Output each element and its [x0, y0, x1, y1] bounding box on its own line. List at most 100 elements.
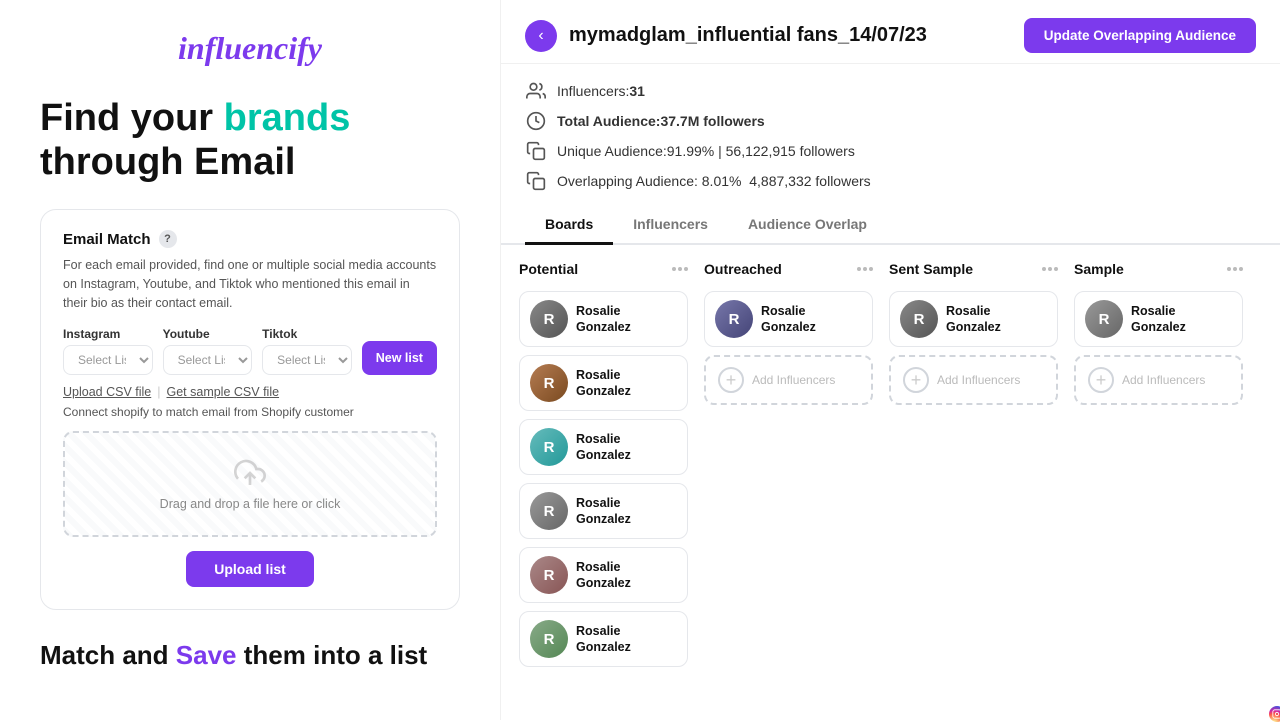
tabs-bar: Boards Influencers Audience Overlap	[501, 206, 1280, 245]
list-item: R Rosalie Gonzalez	[519, 483, 688, 539]
stat-unique-label: Unique Audience:91.99% | 56,122,915 foll…	[557, 143, 855, 159]
top-bar: ‹ mymadglam_influential fans_14/07/23 Up…	[501, 0, 1280, 64]
headline-part2: through Email	[40, 141, 295, 183]
sample-csv-link[interactable]: Get sample CSV file	[167, 385, 280, 399]
stat-row-unique: Unique Audience:91.99% | 56,122,915 foll…	[525, 136, 1256, 166]
tab-audience-overlap[interactable]: Audience Overlap	[728, 206, 887, 245]
shopify-text: Connect shopify to match email from Shop…	[63, 405, 437, 419]
board-potential-more[interactable]	[672, 267, 688, 271]
bottom-headline: Match and Save them into a list	[40, 640, 460, 671]
dropzone[interactable]: Drag and drop a file here or click	[63, 431, 437, 537]
influencers-icon	[525, 80, 547, 102]
board-potential-header: Potential	[519, 259, 688, 283]
instagram-badge	[1268, 705, 1280, 720]
youtube-select[interactable]: Select List	[163, 345, 253, 375]
left-panel: influencify Find your brands through Ema…	[0, 0, 500, 720]
list-item: R Rosalie Gonzalez	[519, 355, 688, 411]
stat-total-label: Total Audience:37.7M followers	[557, 113, 765, 129]
add-influencer-label: Add Influencers	[1122, 373, 1205, 387]
influencer-name: Rosalie Gonzalez	[761, 303, 862, 336]
avatar: R	[715, 300, 753, 338]
headline: Find your brands through Email	[40, 97, 460, 184]
pipe-divider: |	[157, 385, 160, 399]
card-title: Email Match	[63, 231, 151, 248]
platform-selects: Instagram Select List Youtube Select Lis…	[63, 327, 437, 375]
board-sample-more[interactable]	[1227, 267, 1243, 271]
avatar: R	[530, 364, 568, 402]
avatar: R	[530, 300, 568, 338]
boards-area: Potential R Rosalie Gonzalez R Rosalie G…	[501, 245, 1280, 720]
instagram-group: Instagram Select List	[63, 327, 153, 375]
new-list-button[interactable]: New list	[362, 341, 437, 375]
influencer-name: Rosalie Gonzalez	[946, 303, 1047, 336]
influencer-name: Rosalie Gonzalez	[576, 303, 677, 336]
upload-list-button[interactable]: Upload list	[186, 551, 314, 587]
instagram-label: Instagram	[63, 327, 153, 341]
board-sample-title: Sample	[1074, 261, 1124, 277]
list-item: R Rosalie Gonzalez	[889, 291, 1058, 347]
help-icon[interactable]: ?	[159, 230, 177, 248]
stats-section: Influencers:31 Total Audience:37.7M foll…	[501, 64, 1280, 200]
board-potential: Potential R Rosalie Gonzalez R Rosalie G…	[511, 259, 696, 667]
board-potential-title: Potential	[519, 261, 578, 277]
stat-overlapping-label: Overlapping Audience: 8.01% 4,887,332 fo…	[557, 173, 871, 189]
avatar: R	[900, 300, 938, 338]
add-icon: +	[718, 367, 744, 393]
stat-row-influencers: Influencers:31	[525, 76, 1256, 106]
stat-row-overlapping: Overlapping Audience: 8.01% 4,887,332 fo…	[525, 166, 1256, 196]
dropzone-text: Drag and drop a file here or click	[160, 497, 341, 511]
tab-boards[interactable]: Boards	[525, 206, 613, 245]
list-item: R Rosalie Gonzalez	[519, 611, 688, 667]
list-item: R Rosalie Gonzalez	[519, 419, 688, 475]
stat-row-total: Total Audience:37.7M followers	[525, 106, 1256, 136]
logo: influencify	[40, 30, 460, 67]
avatar: R	[530, 428, 568, 466]
update-overlapping-button[interactable]: Update Overlapping Audience	[1024, 18, 1256, 53]
tab-influencers[interactable]: Influencers	[613, 206, 728, 245]
youtube-label: Youtube	[163, 327, 253, 341]
add-influencer-label: Add Influencers	[752, 373, 835, 387]
upload-csv-link[interactable]: Upload CSV file	[63, 385, 151, 399]
tiktok-label: Tiktok	[262, 327, 352, 341]
page-title: mymadglam_influential fans_14/07/23	[569, 24, 927, 47]
bottom-part2: them into a list	[237, 640, 428, 670]
avatar: R	[530, 556, 568, 594]
avatar: R	[530, 492, 568, 530]
top-bar-left: ‹ mymadglam_influential fans_14/07/23	[525, 20, 927, 52]
board-sample-header: Sample	[1074, 259, 1243, 283]
list-item: R Rosalie Gonzalez	[1074, 291, 1243, 347]
avatar: R	[1085, 300, 1123, 338]
board-sent-sample-more[interactable]	[1042, 267, 1058, 271]
influencer-name: Rosalie Gonzalez	[576, 623, 677, 656]
list-item: R Rosalie Gonzalez	[519, 547, 688, 603]
upload-links: Upload CSV file | Get sample CSV file	[63, 385, 437, 399]
avatar: R	[530, 620, 568, 658]
add-influencer-label: Add Influencers	[937, 373, 1020, 387]
back-button[interactable]: ‹	[525, 20, 557, 52]
headline-accent: brands	[224, 97, 351, 139]
add-influencer-button[interactable]: + Add Influencers	[1074, 355, 1243, 405]
upload-icon	[234, 457, 266, 489]
headline-part1: Find your	[40, 97, 224, 139]
instagram-select[interactable]: Select List	[63, 345, 153, 375]
back-icon: ‹	[538, 27, 543, 45]
youtube-group: Youtube Select List	[163, 327, 253, 375]
tiktok-select[interactable]: Select List	[262, 345, 352, 375]
board-outreached-more[interactable]	[857, 267, 873, 271]
influencer-name: Rosalie Gonzalez	[576, 559, 677, 592]
copy-icon-1	[525, 140, 547, 162]
bottom-part1: Match and	[40, 640, 176, 670]
card-description: For each email provided, find one or mul…	[63, 256, 437, 312]
board-sent-sample-title: Sent Sample	[889, 261, 973, 277]
add-influencer-button[interactable]: + Add Influencers	[889, 355, 1058, 405]
board-sent-sample-header: Sent Sample	[889, 259, 1058, 283]
influencer-name: Rosalie Gonzalez	[576, 367, 677, 400]
board-outreached: Outreached R Rosalie Gonzalez + Add Infl…	[696, 259, 881, 405]
board-outreached-title: Outreached	[704, 261, 782, 277]
card-header: Email Match ?	[63, 230, 437, 248]
board-sample: Sample R Rosalie Gonzalez + Add Influenc…	[1066, 259, 1251, 405]
add-influencer-button[interactable]: + Add Influencers	[704, 355, 873, 405]
board-outreached-header: Outreached	[704, 259, 873, 283]
add-icon: +	[903, 367, 929, 393]
email-match-card: Email Match ? For each email provided, f…	[40, 209, 460, 609]
